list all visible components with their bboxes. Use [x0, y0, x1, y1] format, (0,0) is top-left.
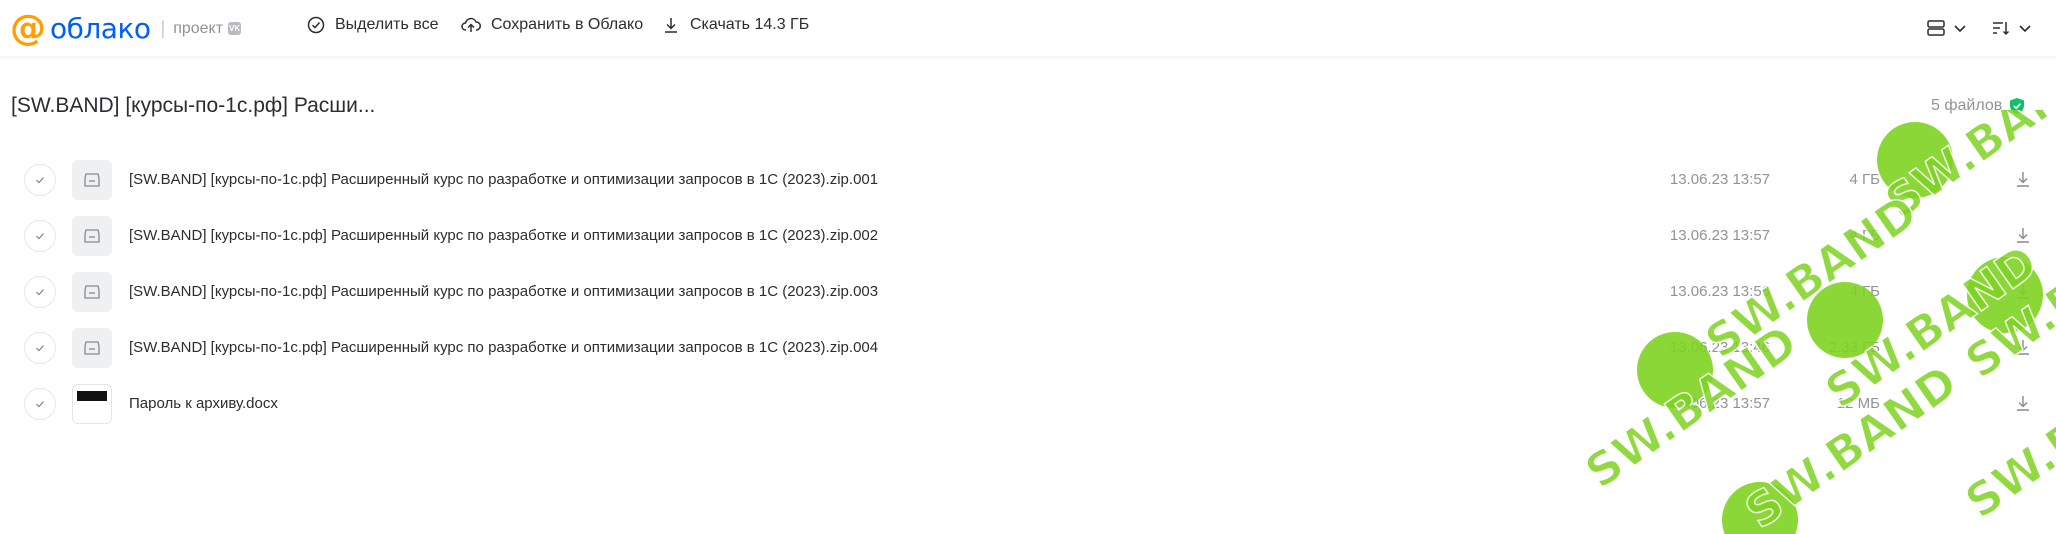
vk-badge: VK	[228, 22, 242, 35]
select-all-label: Выделить все	[335, 16, 439, 33]
checkmark-icon	[36, 345, 44, 352]
file-size: 4 ГБ	[1849, 171, 1880, 188]
save-to-cloud-label: Сохранить в Облако	[491, 16, 644, 33]
file-size: 4 ГБ	[1849, 283, 1880, 300]
checkmark-icon	[36, 289, 44, 296]
file-size: 2.33 ГБ	[1828, 339, 1880, 356]
download-all-label: Скачать 14.3 ГБ	[690, 16, 810, 33]
download-icon	[665, 18, 677, 33]
archive-icon	[84, 285, 100, 299]
logo-separator: |	[160, 18, 166, 38]
file-row[interactable]: [SW.BAND] [курсы-по-1с.рф] Расширенный к…	[0, 208, 2056, 264]
checkmark-icon	[36, 177, 44, 184]
file-date: 13.06.23 13:56	[1669, 283, 1770, 300]
row-checkbox[interactable]	[24, 388, 56, 420]
file-date: 13.06.23 13:57	[1669, 171, 1770, 188]
file-thumbnail	[72, 272, 112, 312]
folder-title: [SW.BAND] [курсы-по-1с.рф] Расши...	[11, 94, 376, 117]
download-icon[interactable]	[2014, 170, 2032, 188]
archive-icon	[84, 341, 100, 355]
file-thumbnail	[72, 216, 112, 256]
file-date: 13.06.23 13:57	[1669, 227, 1770, 244]
file-size: 12 МБ	[1836, 395, 1880, 412]
row-checkbox[interactable]	[24, 220, 56, 252]
file-row[interactable]: [SW.BAND] [курсы-по-1с.рф] Расширенный к…	[0, 320, 2056, 376]
archive-icon	[84, 229, 100, 243]
shield-check-icon	[2010, 98, 2024, 114]
download-icon[interactable]	[2014, 226, 2032, 244]
logo-wordmark: облако	[50, 12, 151, 45]
checkmark-icon	[36, 233, 44, 240]
file-row[interactable]: [SW.BAND] [курсы-по-1с.рф] Расширенный к…	[0, 152, 2056, 208]
select-all-button[interactable]: Выделить все	[307, 16, 438, 34]
chevron-down-icon	[1954, 25, 1966, 33]
file-count: 5 файлов	[1931, 97, 2003, 114]
save-to-cloud-button[interactable]: Сохранить в Облако	[461, 16, 643, 34]
file-size: 4 ГБ	[1849, 227, 1880, 244]
file-name[interactable]: [SW.BAND] [курсы-по-1с.рф] Расширенный к…	[129, 171, 878, 188]
file-thumbnail	[72, 160, 112, 200]
download-icon[interactable]	[2014, 394, 2032, 412]
sort-icon	[1993, 22, 2010, 36]
view-mode-dropdown[interactable]	[1926, 18, 1968, 38]
document-thumbnail	[72, 384, 112, 424]
checkmark-icon	[36, 401, 44, 408]
download-icon[interactable]	[2014, 338, 2032, 356]
file-name[interactable]: [SW.BAND] [курсы-по-1с.рф] Расширенный к…	[129, 227, 878, 244]
file-row[interactable]: Пароль к архиву.docx 13.06.23 13:57 12 М…	[0, 376, 2056, 432]
top-bar: @ облако | проект VK Выделить все Сохран…	[0, 0, 2056, 56]
logo-at-symbol: @	[10, 7, 46, 49]
row-checkbox[interactable]	[24, 164, 56, 196]
row-checkbox[interactable]	[24, 276, 56, 308]
document-preview	[77, 391, 107, 401]
file-date: 13.06.23 13:46	[1669, 339, 1770, 356]
file-date: 13.06.23 13:57	[1669, 395, 1770, 412]
file-row[interactable]: [SW.BAND] [курсы-по-1с.рф] Расширенный к…	[0, 264, 2056, 320]
download-all-button[interactable]: Скачать 14.3 ГБ	[662, 16, 809, 34]
cloud-upload-icon	[461, 17, 481, 32]
check-circle-icon	[307, 16, 325, 34]
file-name[interactable]: Пароль к архиву.docx	[129, 395, 278, 412]
archive-icon	[84, 173, 100, 187]
list-view-icon	[1927, 20, 1945, 36]
watermark-circle	[1722, 482, 1798, 534]
chevron-down-icon	[2019, 25, 2031, 33]
file-name[interactable]: [SW.BAND] [курсы-по-1с.рф] Расширенный к…	[129, 283, 878, 300]
project-label: проект	[173, 19, 224, 37]
row-checkbox[interactable]	[24, 332, 56, 364]
file-thumbnail	[72, 328, 112, 368]
download-icon[interactable]	[2014, 282, 2032, 300]
cloud-logo[interactable]: @ облако | проект VK	[10, 7, 242, 49]
file-name[interactable]: [SW.BAND] [курсы-по-1с.рф] Расширенный к…	[129, 339, 878, 356]
sort-dropdown[interactable]	[1991, 18, 2033, 38]
